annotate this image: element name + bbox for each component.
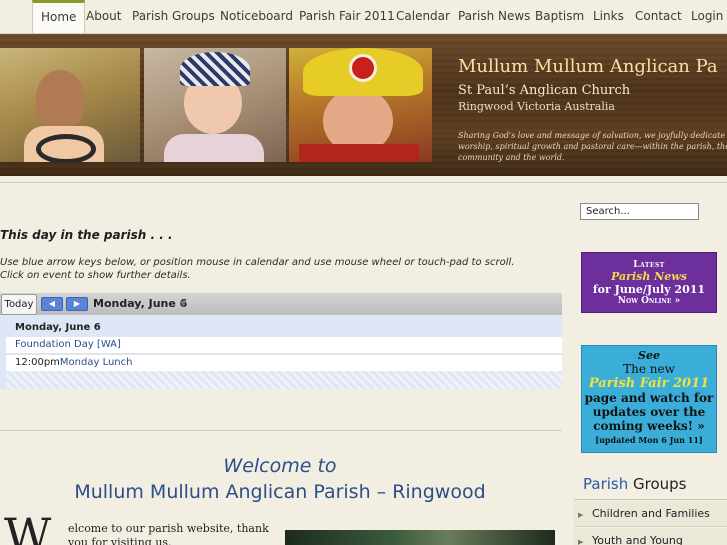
- photo-detail: [164, 134, 264, 162]
- nav-parish-groups[interactable]: Parish Groups: [124, 0, 223, 33]
- group-link-label: Youth and Young: [592, 534, 683, 545]
- photo-detail: [36, 70, 84, 126]
- divider: [0, 182, 727, 183]
- church-location: Ringwood Victoria Australia: [458, 100, 615, 113]
- welcome-heading: Welcome to: [223, 455, 337, 477]
- nav-contact[interactable]: Contact: [627, 0, 690, 33]
- parish-fair-promo[interactable]: See The new Parish Fair 2011 page and wa…: [581, 345, 717, 453]
- calendar-help-text: Use blue arrow keys below, or position m…: [0, 256, 514, 282]
- heading-part: Parish: [583, 475, 629, 493]
- promo-line: Now Online »: [617, 296, 681, 306]
- church-name: St Paul’s Anglican Church: [458, 83, 631, 98]
- help-line: Click on event to show further details.: [0, 270, 191, 281]
- nav-login[interactable]: Login: [683, 0, 727, 33]
- header-banner: Mullum Mullum Anglican Pa St Paul’s Angl…: [0, 34, 727, 176]
- nav-about[interactable]: About: [78, 0, 129, 33]
- intro-text: elcome to our parish website, thank you …: [68, 522, 283, 545]
- drop-cap: W: [4, 508, 52, 545]
- promo-line: Parish Fair 2011: [588, 376, 710, 391]
- help-line: Use blue arrow keys below, or position m…: [0, 257, 515, 268]
- nav-parish-news[interactable]: Parish News: [450, 0, 538, 33]
- calendar-day-heading: Monday, June 6: [15, 322, 101, 333]
- calendar-toolbar: Today ◀ ▶ Monday, June 6 ▼: [0, 293, 562, 315]
- event-title[interactable]: Monday Lunch: [60, 357, 133, 368]
- nav-baptism[interactable]: Baptism: [527, 0, 592, 33]
- photo-child-fireman: [289, 48, 432, 162]
- calendar-empty-area: [6, 371, 562, 389]
- nav-calendar[interactable]: Calendar: [388, 0, 458, 33]
- event-time: 12:00pm: [15, 357, 60, 368]
- calendar-event[interactable]: 12:00pmMonday Lunch: [6, 355, 562, 372]
- photo-detail: [36, 134, 96, 162]
- promo-line: page and watch for updates over the comi…: [584, 391, 714, 433]
- calendar-event[interactable]: Foundation Day [WA]: [6, 337, 562, 354]
- group-link-youth[interactable]: ▶ Youth and Young: [574, 528, 727, 545]
- promo-line: [updated Mon 6 Jun 11]: [595, 435, 703, 445]
- search-input[interactable]: Search...: [580, 203, 699, 220]
- promo-line: Parish News: [611, 270, 687, 283]
- next-day-icon[interactable]: ▶: [66, 297, 88, 311]
- site-tagline: Sharing God's love and message of salvat…: [458, 131, 727, 162]
- nav-noticeboard[interactable]: Noticeboard: [212, 0, 301, 33]
- photo-child-girl: [0, 48, 140, 162]
- heading-part: Groups: [628, 475, 687, 493]
- content-photo: [285, 530, 555, 545]
- promo-line: See: [638, 349, 660, 362]
- parish-groups-heading: Parish Groups: [574, 475, 727, 500]
- nav-links[interactable]: Links: [585, 0, 632, 33]
- group-link-label: Children and Families: [592, 507, 710, 520]
- chevron-down-icon[interactable]: ▼: [180, 299, 186, 308]
- group-link-children-families[interactable]: ▶ Children and Families: [574, 501, 727, 527]
- nav-parish-fair[interactable]: Parish Fair 2011: [291, 0, 403, 33]
- site-title: Mullum Mullum Anglican Pa: [458, 56, 718, 77]
- photo-detail: [349, 54, 377, 82]
- intro-bold: elcome: [68, 522, 108, 535]
- divider: [0, 430, 562, 431]
- calendar-date[interactable]: Monday, June 6: [93, 297, 187, 310]
- top-navigation: Home About Parish Groups Noticeboard Par…: [0, 0, 727, 34]
- parish-news-promo[interactable]: Latest Parish News for June/July 2011 No…: [581, 252, 717, 313]
- event-title[interactable]: Foundation Day [WA]: [15, 339, 121, 350]
- promo-line: Latest: [633, 260, 665, 270]
- photo-child-toddler: [144, 48, 286, 162]
- photo-detail: [180, 52, 250, 86]
- welcome-subheading: Mullum Mullum Anglican Parish – Ringwood: [74, 481, 486, 503]
- arrow-right-icon: ▶: [578, 538, 584, 545]
- today-button[interactable]: Today: [1, 294, 37, 315]
- promo-line: for June/July 2011: [592, 283, 706, 296]
- day-heading: This day in the parish . . .: [0, 228, 173, 242]
- arrow-right-icon: ▶: [578, 511, 584, 519]
- prev-day-icon[interactable]: ◀: [41, 297, 63, 311]
- photo-detail: [299, 144, 419, 162]
- promo-line: The new: [623, 362, 675, 376]
